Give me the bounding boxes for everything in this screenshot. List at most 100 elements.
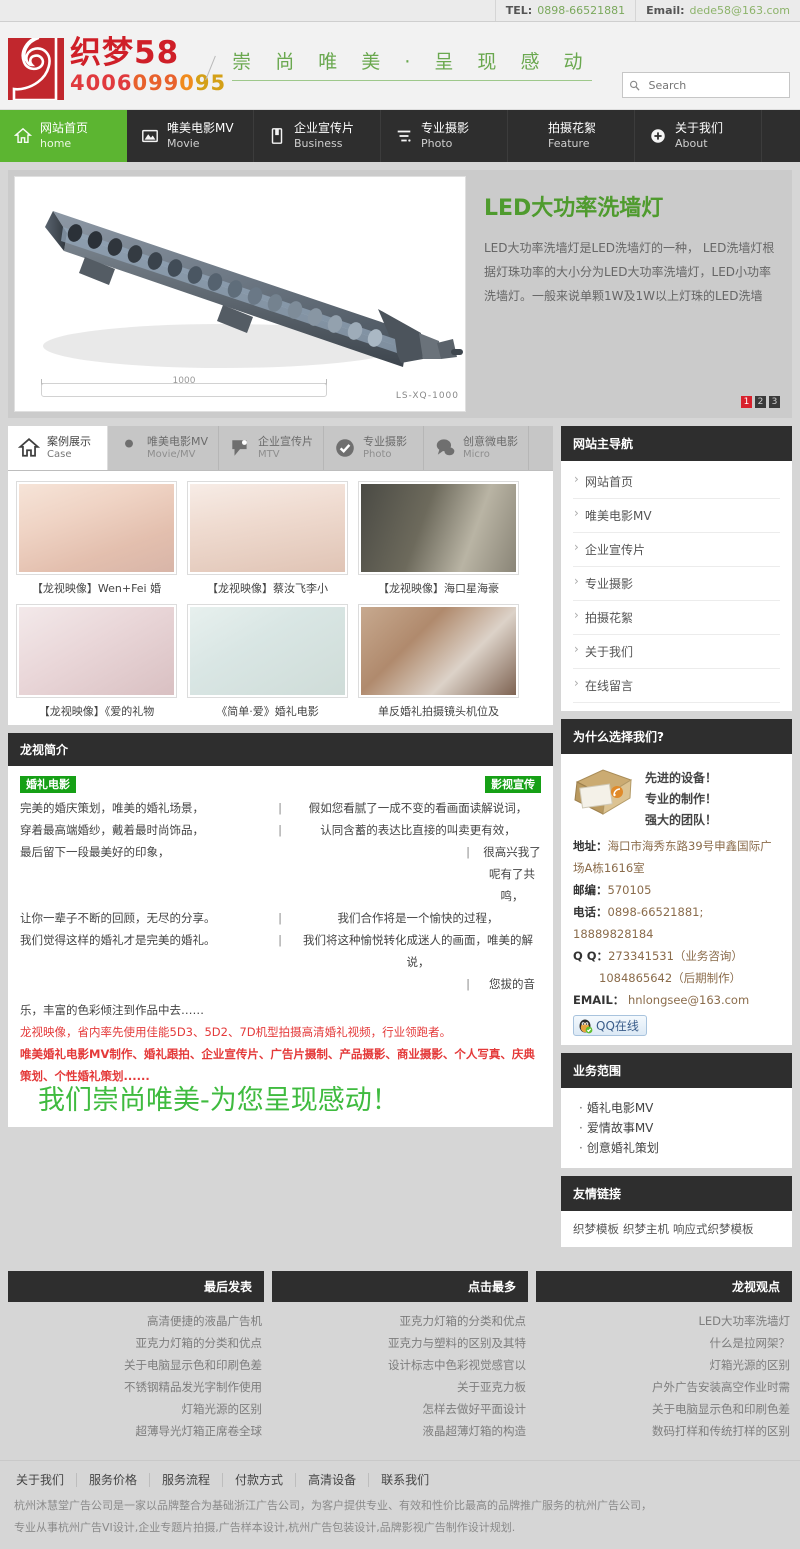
gallery-item[interactable]: 《简单·爱》婚礼电影 (187, 604, 348, 719)
banner-dot-2[interactable]: 2 (755, 396, 766, 408)
sidebar-nav-item[interactable]: 唯美电影MV (573, 499, 780, 533)
gallery-thumbnail[interactable] (16, 604, 177, 698)
banner-dot-1[interactable]: 1 (741, 396, 752, 408)
gallery-item[interactable]: 【龙视映像】Wen+Fei 婚 (16, 481, 177, 596)
case-gallery: 【龙视映像】Wen+Fei 婚 【龙视映像】蔡汝飞李小 【龙视映像】海口星海豪【龙视… (8, 471, 553, 725)
friend-link[interactable]: 响应式织梦模板 (673, 1222, 754, 1236)
home-icon (17, 438, 41, 457)
footer-link[interactable]: 服务流程 (150, 1472, 224, 1487)
bottom-list-item[interactable]: 设计标志中色彩视觉感官以 (272, 1354, 528, 1376)
bottom-list-item[interactable]: 液晶超薄灯箱的构造 (272, 1420, 528, 1442)
intro-tag-row: 婚礼电影 影视宣传 (20, 776, 541, 793)
nav-item-about[interactable]: 关于我们 About (635, 110, 762, 162)
gallery-item[interactable]: 【龙视映像】海口星海豪 (358, 481, 519, 596)
case-tab-0[interactable]: 案例展示 Case (8, 426, 108, 470)
bottom-list-item[interactable]: 亚克力灯箱的分类和优点 (8, 1332, 264, 1354)
links-body: 织梦模板 织梦主机 响应式织梦模板 (561, 1211, 792, 1247)
case-tab-1[interactable]: 唯美电影MV Movie/MV (108, 426, 220, 470)
bottom-list-item[interactable]: 关于电脑显示色和印刷色差 (536, 1398, 792, 1420)
gallery-caption: 《简单·爱》婚礼电影 (216, 705, 319, 718)
case-tab-2[interactable]: 企业宣传片 MTV (219, 426, 325, 470)
bottom-list-item[interactable]: 什么是拉网架？ (536, 1332, 792, 1354)
business-item[interactable]: 爱情故事MV (573, 1118, 780, 1138)
nav-item-feature[interactable]: 拍摄花絮 Feature (508, 110, 635, 162)
hero-banner: 1000 LS-XQ-1000 LED大功率洗墙灯 LED大功率洗墙灯是LED洗… (8, 170, 792, 418)
bottom-list: 高清便捷的液晶广告机 亚克力灯箱的分类和优点 关于电脑显示色和印刷色差 不锈钢精品发光… (8, 1302, 264, 1452)
bottom-list-item[interactable]: 户外广告安装高空作业时需 (536, 1376, 792, 1398)
bottom-list-item[interactable]: 怎样去做好平面设计 (272, 1398, 528, 1420)
dimension-measure: 1000 (41, 376, 327, 388)
case-tab-3[interactable]: 专业摄影 Photo (324, 426, 425, 470)
gallery-thumbnail[interactable] (358, 481, 519, 575)
search-input[interactable] (646, 77, 783, 93)
nav-item-label: 网站首页 home (40, 121, 88, 151)
search-icon (630, 80, 640, 91)
nav-item-photo[interactable]: 专业摄影 Photo (381, 110, 508, 162)
qq-value-2: 1084865642（后期制作） (599, 971, 742, 985)
bottom-list-item[interactable]: 关于电脑显示色和印刷色差 (8, 1354, 264, 1376)
intro-row: 让你一辈子不断的回顾，无尽的分享。 | 我们合作将是一个愉快的过程， (20, 907, 541, 929)
site-slogan: 崇 尚 唯 美 · 呈 现 感 动 (232, 50, 592, 73)
gallery-image (361, 484, 516, 572)
bottom-list-item[interactable]: 高清便捷的液晶广告机 (8, 1310, 264, 1332)
chat-icon (436, 439, 455, 456)
business-item[interactable]: 婚礼电影MV (573, 1098, 780, 1118)
nav-item-movie[interactable]: 唯美电影MV Movie (127, 110, 254, 162)
bottom-list-item[interactable]: 超薄导光灯箱正席卷全球 (8, 1420, 264, 1442)
search-box[interactable] (622, 72, 790, 98)
sidebar-nav-item[interactable]: 专业摄影 (573, 567, 780, 601)
logo-block[interactable]: 织梦58 4006099095 (0, 32, 226, 100)
sidebar-nav-item[interactable]: 企业宣传片 (573, 533, 780, 567)
gallery-thumbnail[interactable] (16, 481, 177, 575)
bottom-list-item[interactable]: 关于亚克力板 (272, 1376, 528, 1398)
footer-link[interactable]: 高清设备 (296, 1472, 370, 1487)
bottom-list-item[interactable]: 亚克力与塑料的区别及其特 (272, 1332, 528, 1354)
footer-link[interactable]: 关于我们 (14, 1472, 78, 1487)
sidebar-nav-item[interactable]: 网站首页 (573, 465, 780, 499)
banner-dot-3[interactable]: 3 (769, 396, 780, 408)
banner-pagination[interactable]: 123 (741, 396, 780, 408)
bottom-list-column: 点击最多 亚克力灯箱的分类和优点 亚克力与塑料的区别及其特 设计标志中色彩视觉感官以关… (272, 1270, 528, 1452)
gallery-thumbnail[interactable] (187, 604, 348, 698)
sidebar-nav-item[interactable]: 拍摄花絮 (573, 601, 780, 635)
banner-description: LED大功率洗墙灯是LED洗墙灯的一种， LED洗墙灯根据灯珠功率的大小分为LE… (484, 241, 775, 303)
gallery-item[interactable]: 【龙视映像】《爱的礼物 (16, 604, 177, 719)
gallery-item[interactable]: 单反婚礼拍摄镜头机位及 (358, 604, 519, 719)
sidebar-nav-item[interactable]: 在线留言 (573, 669, 780, 703)
friend-link[interactable]: 织梦模板 (573, 1222, 619, 1236)
footer-link[interactable]: 联系我们 (369, 1473, 441, 1487)
nav-item-label-cn: 唯美电影MV (167, 121, 234, 135)
bottom-list-item[interactable]: 灯箱光源的区别 (536, 1354, 792, 1376)
bottom-list-item[interactable]: 不锈钢精品发光字制作使用 (8, 1376, 264, 1398)
nav-item-home[interactable]: 网站首页 home (0, 110, 127, 162)
intro-headline: 我们崇尚唯美-为您呈现感动！ (38, 1085, 399, 1116)
bottom-list: 亚克力灯箱的分类和优点 亚克力与塑料的区别及其特 设计标志中色彩视觉感官以 关于亚克力… (272, 1302, 528, 1452)
email-value[interactable]: hnlongsee@163.com (628, 993, 749, 1007)
bottom-list-item[interactable]: 灯箱光源的区别 (8, 1398, 264, 1420)
banner-product-image[interactable]: 1000 LS-XQ-1000 (14, 176, 466, 412)
business-item[interactable]: 创意婚礼策划 (573, 1138, 780, 1158)
case-tab-4[interactable]: 创意微电影 Micro (424, 426, 530, 470)
gallery-thumbnail[interactable] (358, 604, 519, 698)
gallery-item[interactable]: 【龙视映像】蔡汝飞李小 (187, 481, 348, 596)
nav-item-business[interactable]: 企业宣传片 Business (254, 110, 381, 162)
intro-row-right: 您拔的音 (489, 977, 535, 991)
intro-body: 婚礼电影 影视宣传 完美的婚庆策划，唯美的婚礼场景， | 假如您看腻了一成不变的看画… (8, 766, 553, 1127)
bottom-list-item[interactable]: 数码打样和传统打样的区别 (536, 1420, 792, 1442)
bottom-list-title: 点击最多 (272, 1270, 528, 1302)
gallery-thumbnail[interactable] (187, 481, 348, 575)
why-body: 先进的设备！ 专业的制作！ 强大的团队！ 地址：海口市海秀东路39号申鑫国际广场A栋… (561, 754, 792, 1045)
nav-item-label-en: About (675, 137, 708, 150)
bottom-list-item[interactable]: 亚克力灯箱的分类和优点 (272, 1310, 528, 1332)
intro-row-left: 完美的婚庆策划，唯美的婚礼场景， (20, 801, 204, 815)
qq-online-button[interactable]: QQ在线 (573, 1015, 647, 1036)
nav-item-label-cn: 专业摄影 (421, 121, 470, 135)
email-value[interactable]: dede58@163.com (690, 4, 790, 17)
sidebar-nav-item[interactable]: 关于我们 (573, 635, 780, 669)
bottom-list-item[interactable]: LED大功率洗墙灯 (536, 1310, 792, 1332)
friend-link[interactable]: 织梦主机 (623, 1222, 669, 1236)
footer-link[interactable]: 服务价格 (77, 1472, 151, 1487)
footer-link[interactable]: 付款方式 (223, 1472, 297, 1487)
qq-line: Q Q：273341531（业务咨询） (573, 945, 780, 967)
email-label: Email: (646, 4, 685, 17)
